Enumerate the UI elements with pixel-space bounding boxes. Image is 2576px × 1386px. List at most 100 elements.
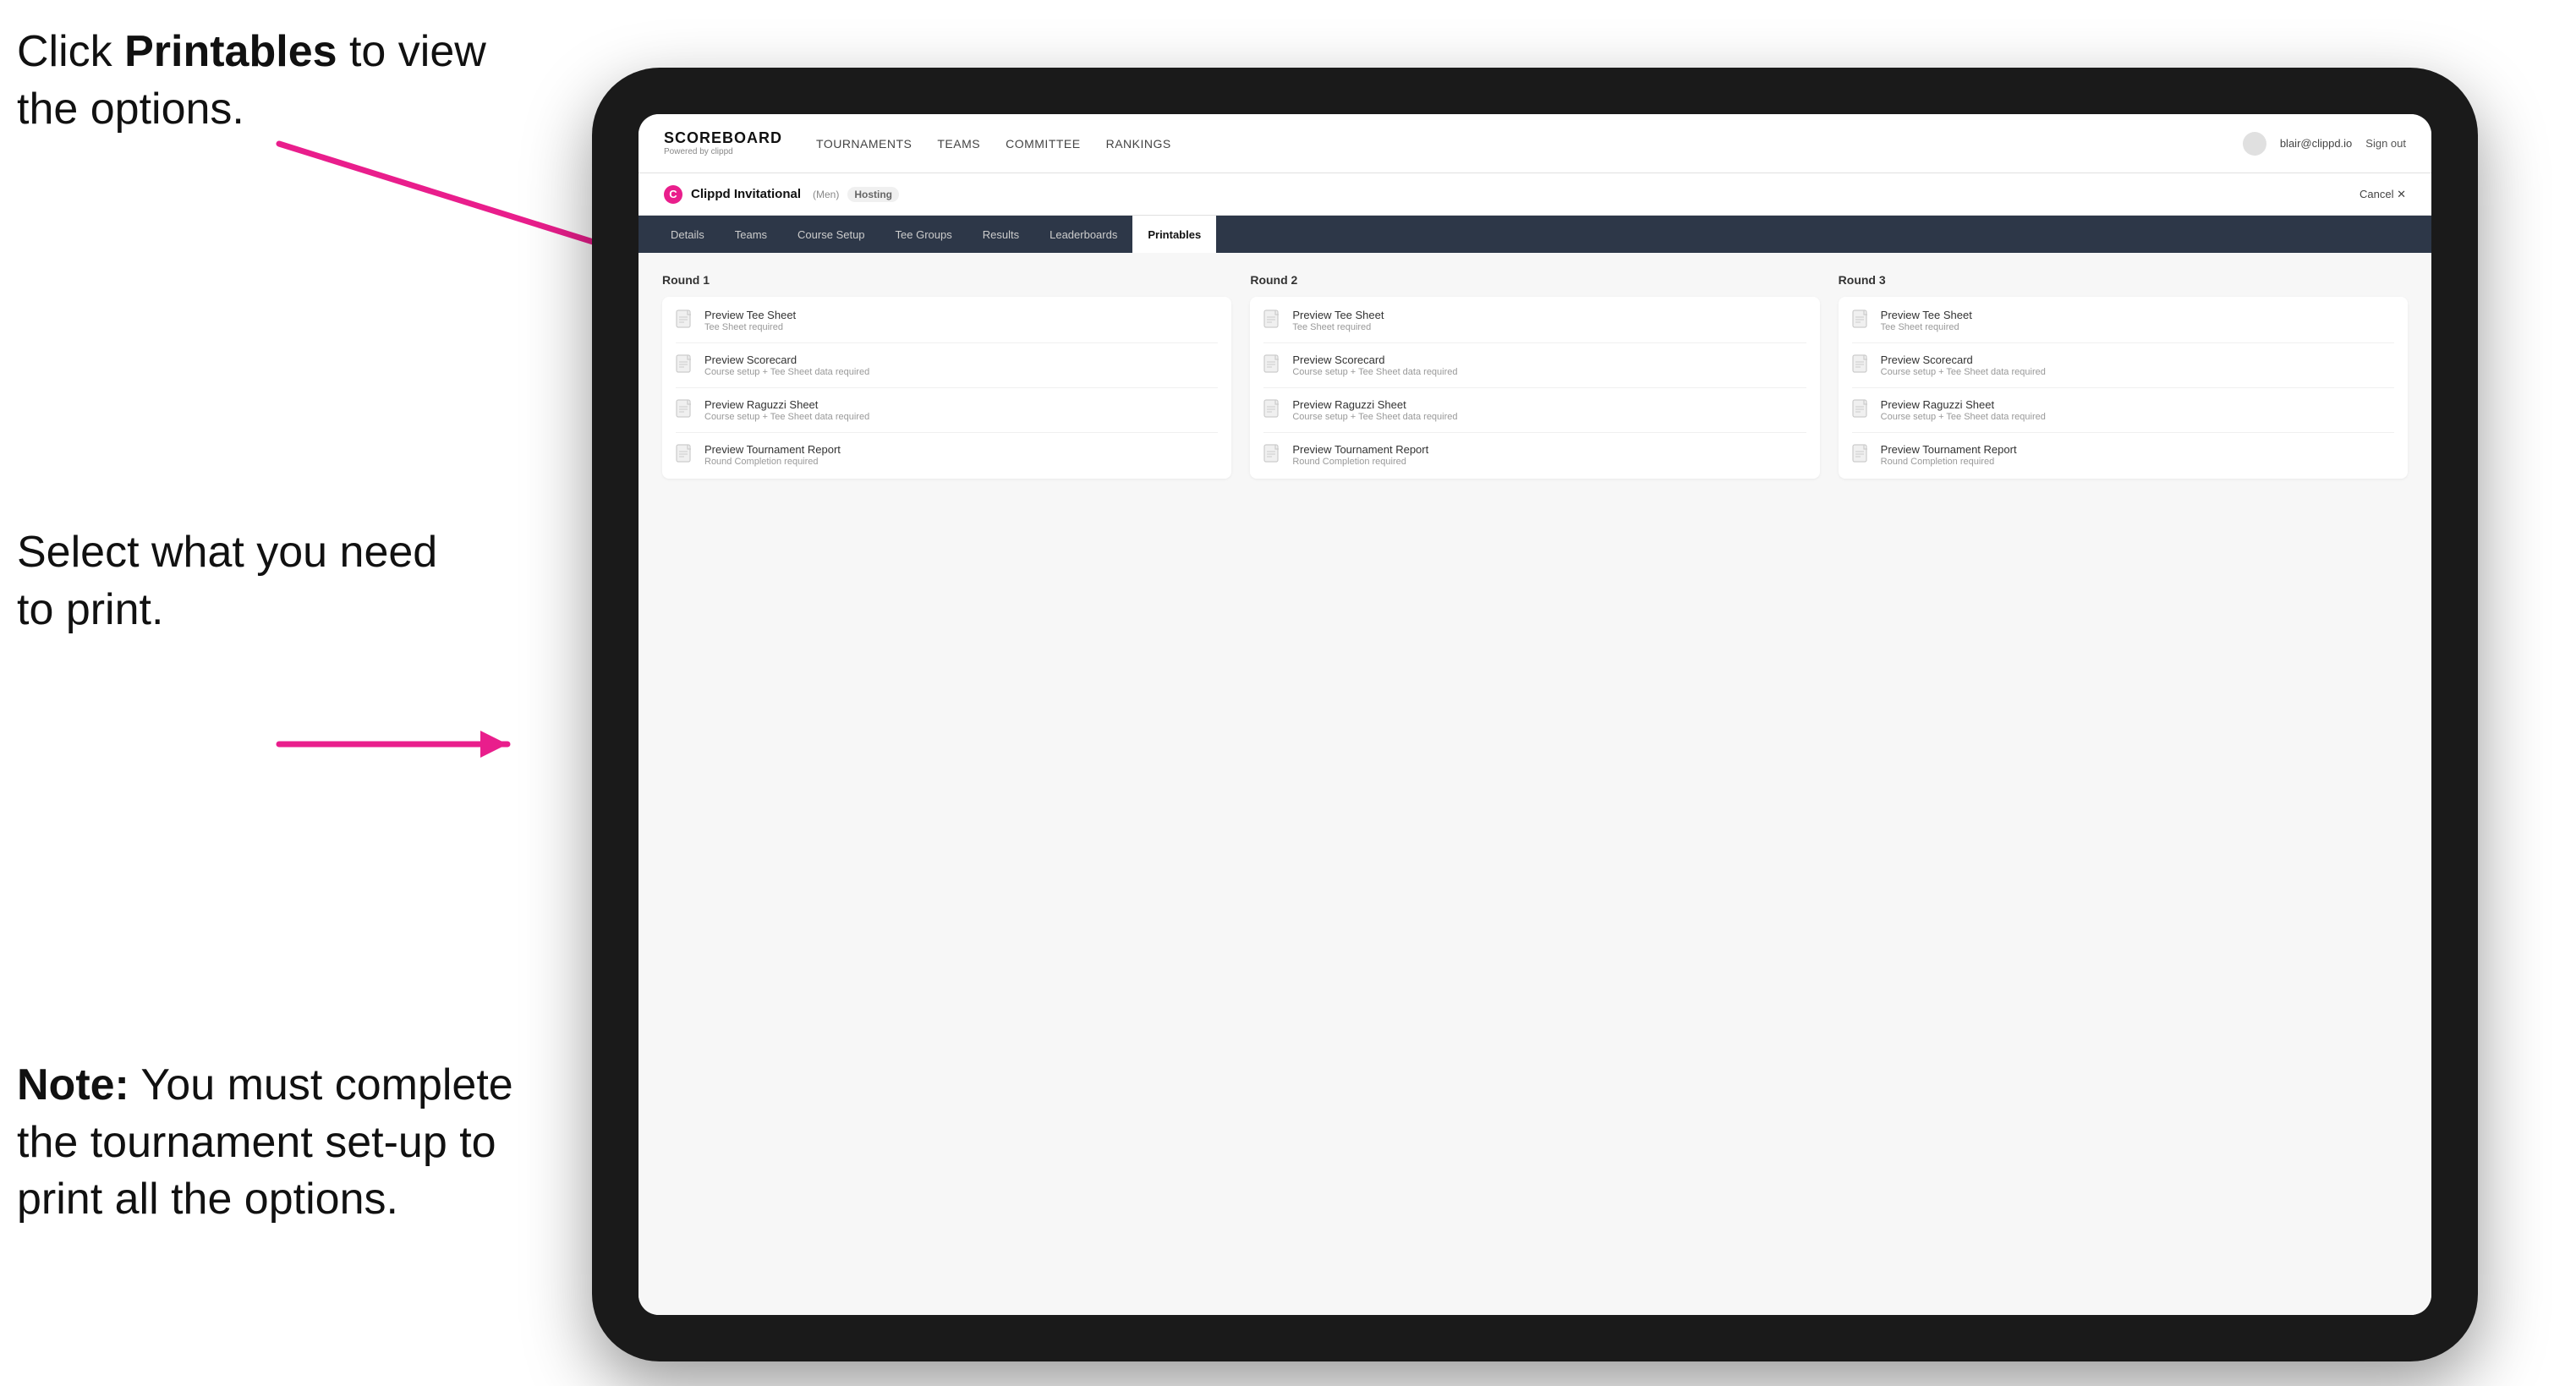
arrow-middle-icon (262, 693, 550, 795)
print-item-subtitle: Tee Sheet required (1292, 322, 1384, 332)
document-icon (1852, 310, 1871, 331)
document-icon (1852, 444, 1871, 466)
print-item-subtitle: Course setup + Tee Sheet data required (1292, 367, 1457, 377)
print-item-text: Preview ScorecardCourse setup + Tee Shee… (1881, 353, 2046, 377)
tournament-title: C Clippd Invitational (Men) Hosting (664, 185, 899, 204)
print-item-subtitle: Course setup + Tee Sheet data required (704, 367, 869, 377)
print-item-subtitle: Tee Sheet required (1881, 322, 1972, 332)
print-item-title: Preview Raguzzi Sheet (704, 398, 869, 411)
hosting-badge: Hosting (847, 187, 899, 202)
print-item-title: Preview Tee Sheet (1292, 309, 1384, 321)
print-item-title: Preview Tee Sheet (1881, 309, 1972, 321)
logo-subtitle: Powered by clippd (664, 147, 782, 156)
annotation-top: Click Printables to view the options. (17, 24, 507, 138)
document-icon (1263, 444, 1282, 466)
top-nav: SCOREBOARD Powered by clippd TOURNAMENTS… (639, 114, 2431, 173)
avatar (2243, 132, 2266, 156)
clippd-logo: C (664, 185, 682, 204)
document-icon (676, 444, 694, 466)
print-item[interactable]: Preview Tee SheetTee Sheet required (1263, 309, 1806, 332)
print-item[interactable]: Preview ScorecardCourse setup + Tee Shee… (1852, 353, 2394, 377)
nav-teams[interactable]: TEAMS (937, 134, 980, 154)
tournament-header: C Clippd Invitational (Men) Hosting Canc… (639, 173, 2431, 216)
tab-results[interactable]: Results (967, 216, 1034, 253)
print-item-title: Preview Scorecard (1292, 353, 1457, 366)
divider (676, 387, 1218, 388)
round-card-2: Preview Tee SheetTee Sheet required Prev… (1250, 297, 1819, 479)
annotation-middle: Select what you need to print. (17, 524, 474, 638)
print-item[interactable]: Preview Tee SheetTee Sheet required (1852, 309, 2394, 332)
cancel-button[interactable]: Cancel ✕ (2360, 188, 2406, 201)
print-item-text: Preview Tee SheetTee Sheet required (1881, 309, 1972, 332)
print-item-text: Preview Tournament ReportRound Completio… (1881, 443, 2017, 467)
print-item-title: Preview Tournament Report (1881, 443, 2017, 456)
tablet-screen: SCOREBOARD Powered by clippd TOURNAMENTS… (639, 114, 2431, 1315)
print-item[interactable]: Preview ScorecardCourse setup + Tee Shee… (1263, 353, 1806, 377)
divider (1263, 387, 1806, 388)
divider (676, 342, 1218, 343)
print-item-text: Preview Raguzzi SheetCourse setup + Tee … (1292, 398, 1457, 422)
divider (1852, 387, 2394, 388)
nav-rankings[interactable]: RANKINGS (1106, 134, 1171, 154)
print-item-text: Preview Tournament ReportRound Completio… (704, 443, 841, 467)
tournament-name: Clippd Invitational (691, 187, 801, 201)
print-item-subtitle: Tee Sheet required (704, 322, 796, 332)
tab-details[interactable]: Details (655, 216, 720, 253)
divider (1852, 432, 2394, 433)
print-item-subtitle: Course setup + Tee Sheet data required (1292, 412, 1457, 422)
print-item-title: Preview Raguzzi Sheet (1881, 398, 2046, 411)
round-title-3: Round 3 (1839, 273, 2408, 287)
tablet-device: SCOREBOARD Powered by clippd TOURNAMENTS… (592, 68, 2478, 1361)
print-item[interactable]: Preview Tee SheetTee Sheet required (676, 309, 1218, 332)
tab-leaderboards[interactable]: Leaderboards (1034, 216, 1132, 253)
document-icon (676, 310, 694, 331)
print-item-subtitle: Course setup + Tee Sheet data required (704, 412, 869, 422)
print-item-title: Preview Raguzzi Sheet (1292, 398, 1457, 411)
document-icon (676, 354, 694, 376)
tournament-badge: (Men) (813, 189, 839, 200)
tab-tee-groups[interactable]: Tee Groups (880, 216, 967, 253)
nav-committee[interactable]: COMMITTEE (1006, 134, 1081, 154)
print-item-text: Preview ScorecardCourse setup + Tee Shee… (704, 353, 869, 377)
user-email: blair@clippd.io (2280, 137, 2352, 150)
print-item-subtitle: Round Completion required (704, 457, 841, 467)
print-item[interactable]: Preview Tournament ReportRound Completio… (676, 443, 1218, 467)
divider (1263, 432, 1806, 433)
print-item[interactable]: Preview Tournament ReportRound Completio… (1263, 443, 1806, 467)
logo-title: SCOREBOARD (664, 130, 782, 147)
tab-course-setup[interactable]: Course Setup (782, 216, 880, 253)
round-title-2: Round 2 (1250, 273, 1819, 287)
print-item-title: Preview Tournament Report (704, 443, 841, 456)
round-section-2: Round 2 Preview Tee SheetTee Sheet requi… (1250, 273, 1819, 479)
print-item[interactable]: Preview ScorecardCourse setup + Tee Shee… (676, 353, 1218, 377)
sub-nav: Details Teams Course Setup Tee Groups Re… (639, 216, 2431, 253)
nav-items: TOURNAMENTS TEAMS COMMITTEE RANKINGS (816, 134, 2209, 154)
print-item[interactable]: Preview Tournament ReportRound Completio… (1852, 443, 2394, 467)
document-icon (1263, 399, 1282, 421)
document-icon (1263, 310, 1282, 331)
document-icon (1263, 354, 1282, 376)
document-icon (676, 399, 694, 421)
print-item-subtitle: Course setup + Tee Sheet data required (1881, 412, 2046, 422)
print-item[interactable]: Preview Raguzzi SheetCourse setup + Tee … (676, 398, 1218, 422)
sign-out-link[interactable]: Sign out (2365, 137, 2406, 150)
main-content: Round 1 Preview Tee SheetTee Sheet requi… (639, 253, 2431, 1315)
round-title-1: Round 1 (662, 273, 1231, 287)
print-item-text: Preview Tee SheetTee Sheet required (1292, 309, 1384, 332)
print-item-title: Preview Scorecard (704, 353, 869, 366)
rounds-grid: Round 1 Preview Tee SheetTee Sheet requi… (662, 273, 2408, 479)
document-icon (1852, 399, 1871, 421)
print-item-subtitle: Course setup + Tee Sheet data required (1881, 367, 2046, 377)
tab-teams[interactable]: Teams (720, 216, 782, 253)
print-item[interactable]: Preview Raguzzi SheetCourse setup + Tee … (1852, 398, 2394, 422)
round-section-3: Round 3 Preview Tee SheetTee Sheet requi… (1839, 273, 2408, 479)
nav-tournaments[interactable]: TOURNAMENTS (816, 134, 912, 154)
print-item-title: Preview Scorecard (1881, 353, 2046, 366)
print-item[interactable]: Preview Raguzzi SheetCourse setup + Tee … (1263, 398, 1806, 422)
tab-printables[interactable]: Printables (1132, 216, 1216, 253)
print-item-text: Preview Raguzzi SheetCourse setup + Tee … (1881, 398, 2046, 422)
print-item-text: Preview Raguzzi SheetCourse setup + Tee … (704, 398, 869, 422)
round-card-1: Preview Tee SheetTee Sheet required Prev… (662, 297, 1231, 479)
print-item-subtitle: Round Completion required (1881, 457, 2017, 467)
round-card-3: Preview Tee SheetTee Sheet required Prev… (1839, 297, 2408, 479)
